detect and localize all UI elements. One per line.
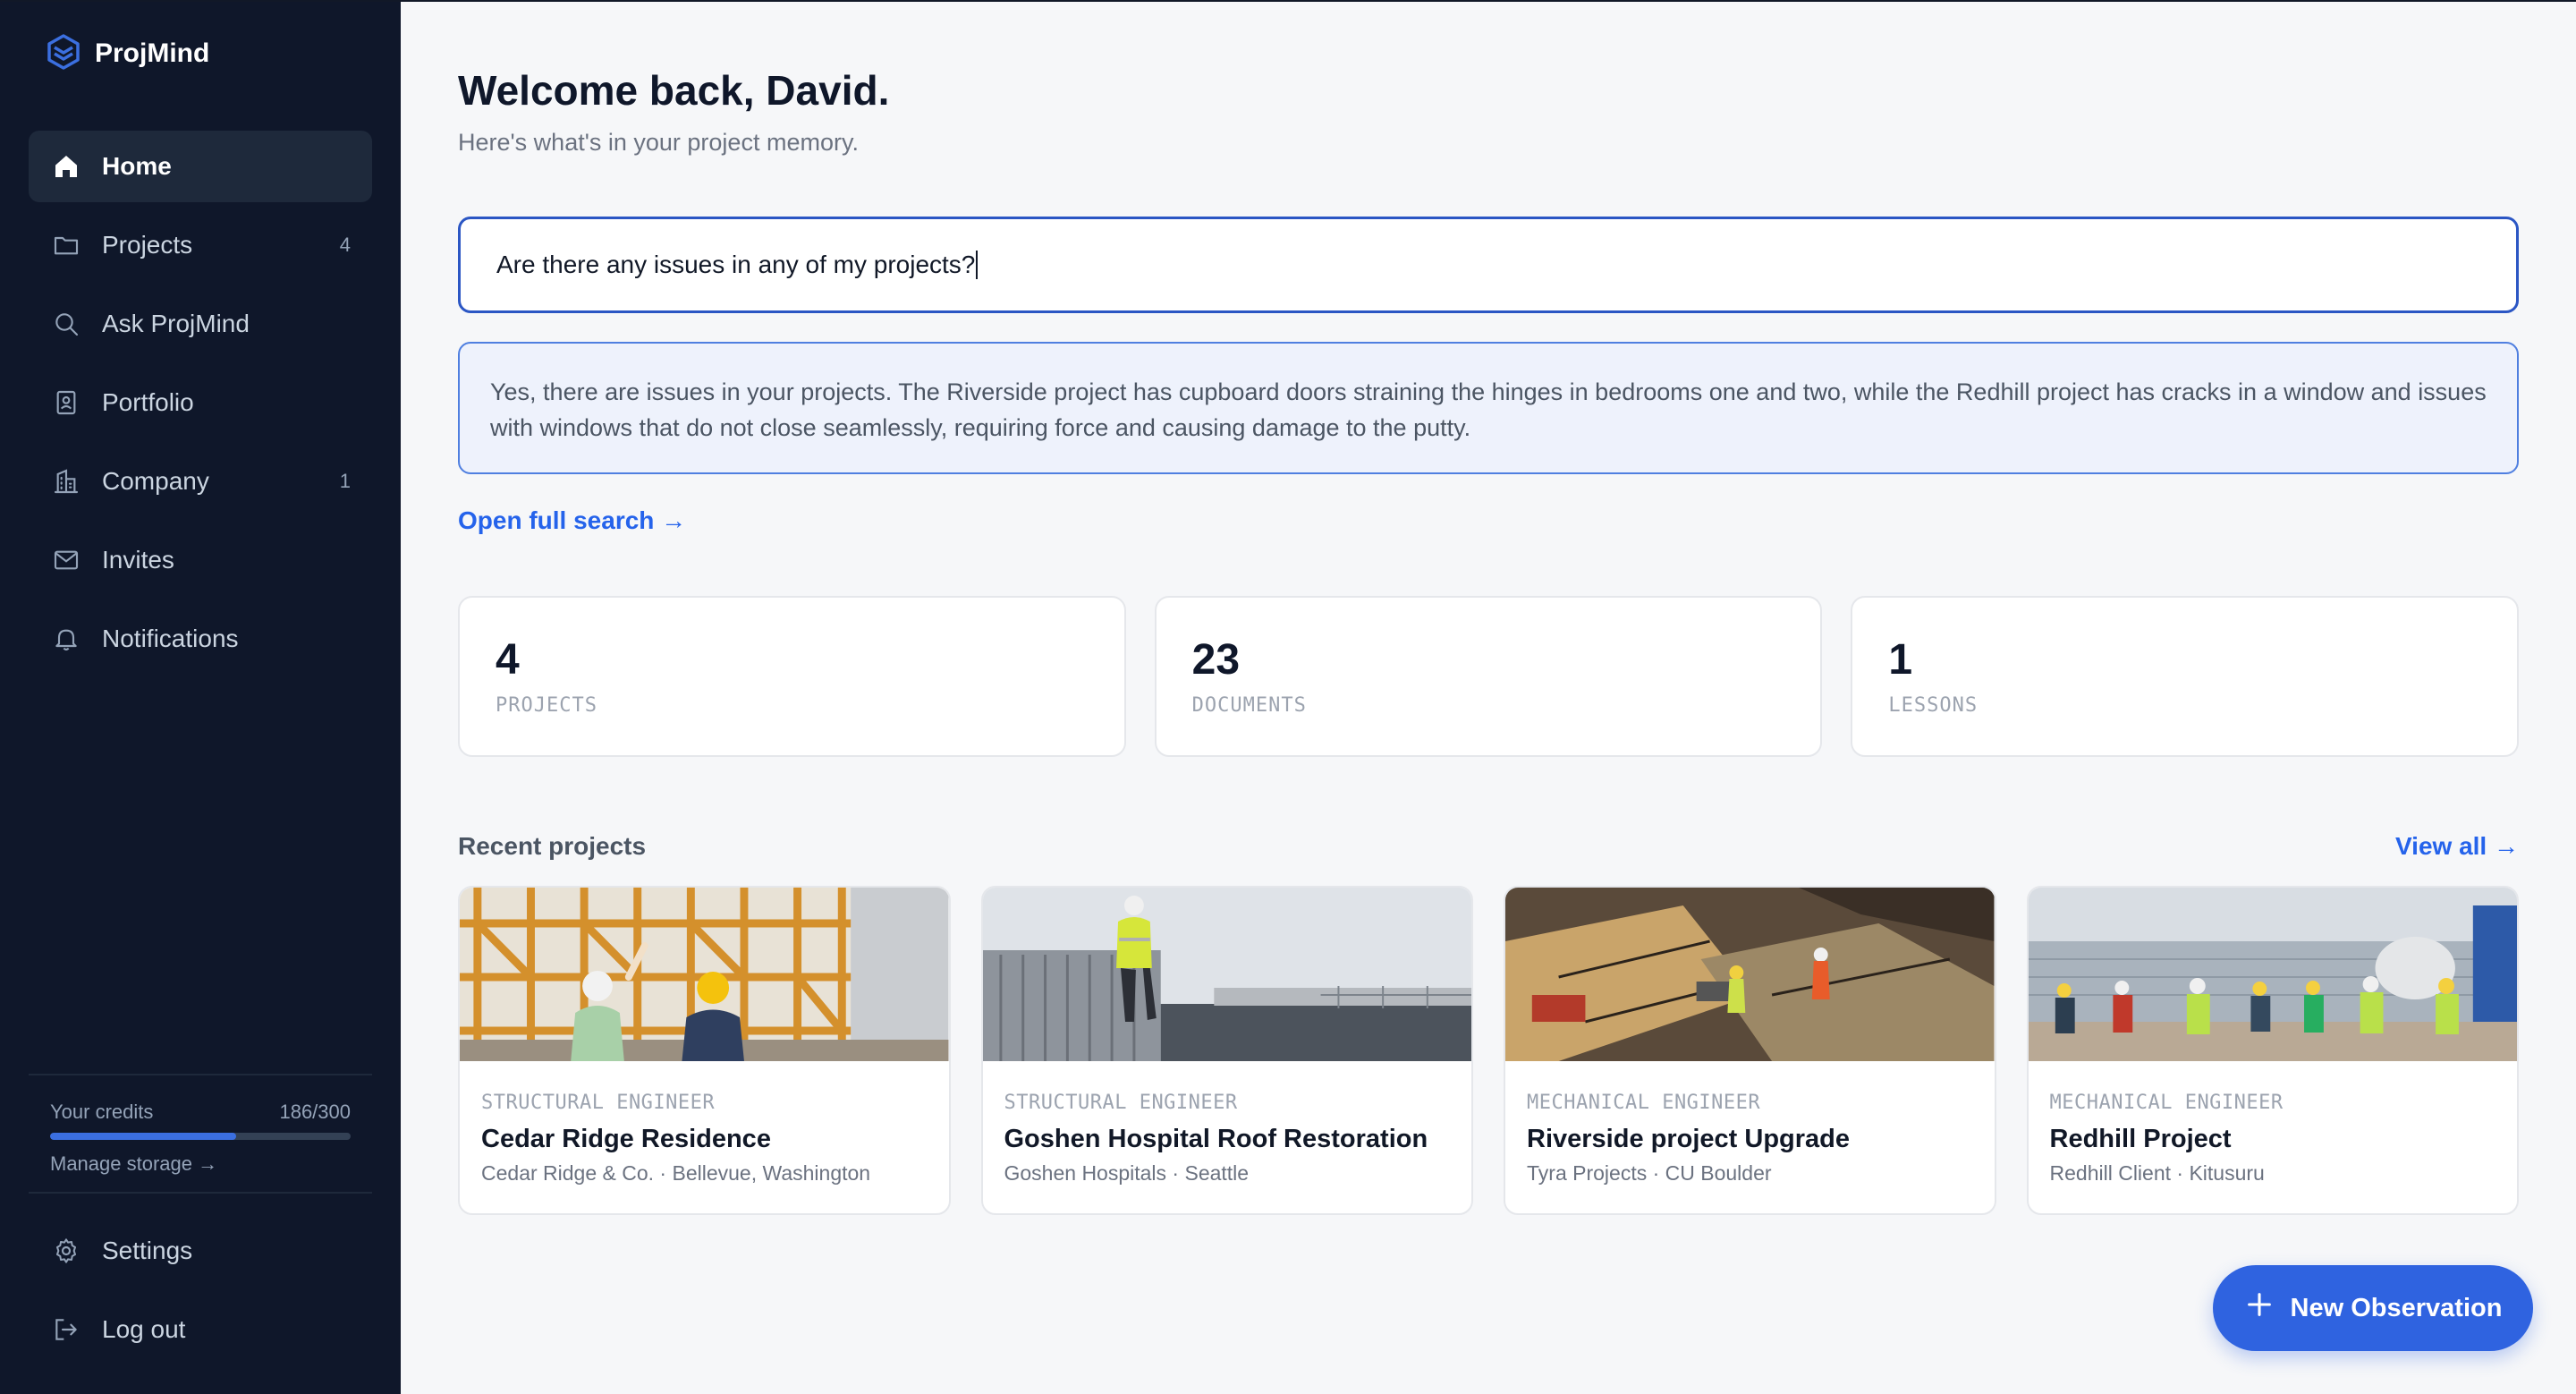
ask-search-input[interactable]: Are there any issues in any of my projec… [458,217,2519,313]
crew-concrete-photo [2028,888,2517,1061]
stat-label: PROJECTS [496,694,597,717]
logout-icon [50,1313,82,1346]
search-icon [50,308,82,340]
sidebar-item-home[interactable]: Home [29,131,372,202]
sidebar-item-projects[interactable]: Projects 4 [29,209,372,281]
logo-icon [47,33,80,74]
sidebar-item-label: Projects [102,231,193,259]
sidebar-item-settings[interactable]: Settings [29,1215,372,1287]
project-role: MECHANICAL ENGINEER [2049,1092,2284,1114]
view-all-link[interactable]: View all → [2395,832,2519,861]
stats-row: 4 PROJECTS 23 DOCUMENTS 1 LESSONS [458,596,2520,757]
sidebar-item-label: Log out [102,1315,186,1343]
manage-storage-link[interactable]: Manage storage → [50,1152,351,1176]
ai-answer-panel: Yes, there are issues in your projects. … [458,342,2519,474]
new-observation-button[interactable]: New Observation [2213,1265,2533,1351]
stat-value: 4 [496,636,520,684]
sidebar-item-label: Portfolio [102,388,194,416]
project-meta: Goshen Hospitals · Seattle [1004,1161,1250,1185]
main-content: Welcome back, David. Here's what's in yo… [401,0,2576,1394]
stat-card-lessons[interactable]: 1 LESSONS [1851,596,2520,757]
project-meta: Redhill Client · Kitusuru [2049,1161,2265,1185]
app-name: ProjMind [95,38,210,68]
search-input-value: Are there any issues in any of my projec… [496,251,976,278]
sidebar-item-logout[interactable]: Log out [29,1294,372,1365]
home-icon [50,150,82,183]
recent-projects-list: STRUCTURAL ENGINEER Cedar Ridge Residenc… [458,886,2519,1215]
worksite-aerial-photo [1505,888,1995,1061]
sidebar-item-label: Invites [102,546,174,574]
building-icon [50,465,82,497]
mail-icon [50,544,82,576]
text-caret [976,251,979,279]
folder-icon [50,229,82,261]
credits-progress-bar [50,1133,351,1140]
project-meta: Cedar Ridge & Co. · Bellevue, Washington [481,1161,871,1185]
sidebar-item-label: Settings [102,1237,193,1264]
project-meta: Tyra Projects · CU Boulder [1527,1161,1772,1185]
project-card-cedar-ridge[interactable]: STRUCTURAL ENGINEER Cedar Ridge Residenc… [458,886,951,1215]
credits-value: 186/300 [279,1101,351,1123]
open-full-search-link[interactable]: Open full search → [458,506,686,535]
portfolio-icon [50,387,82,419]
project-card-riverside[interactable]: MECHANICAL ENGINEER Riverside project Up… [1504,886,1996,1215]
project-role: STRUCTURAL ENGINEER [481,1092,716,1114]
bell-icon [50,623,82,655]
stat-label: LESSONS [1888,694,1979,717]
sidebar: ProjMind Home Projects 4 Ask ProjMind Po… [0,0,401,1394]
recent-projects-heading: Recent projects [458,832,647,860]
construction-scaffold-photo [460,888,949,1061]
projects-count-badge: 4 [339,234,351,256]
gear-icon [50,1235,82,1267]
window-top-border [0,0,2576,2]
sidebar-item-company[interactable]: Company 1 [29,446,372,517]
project-role: STRUCTURAL ENGINEER [1004,1092,1238,1114]
sidebar-bottom-nav: Settings Log out [29,1215,372,1373]
credits-progress-fill [50,1133,237,1140]
credits-label: Your credits [50,1101,154,1123]
stat-card-documents[interactable]: 23 DOCUMENTS [1154,596,1823,757]
stat-card-projects[interactable]: 4 PROJECTS [458,596,1126,757]
sidebar-item-portfolio[interactable]: Portfolio [29,367,372,438]
sidebar-item-ask-projmind[interactable]: Ask ProjMind [29,288,372,360]
stat-value: 1 [1888,636,1913,684]
project-name: Cedar Ridge Residence [481,1125,771,1153]
sidebar-item-label: Ask ProjMind [102,310,250,337]
brand[interactable]: ProjMind [47,33,210,74]
stat-value: 23 [1191,636,1241,684]
project-name: Riverside project Upgrade [1527,1125,1850,1153]
new-observation-label: New Observation [2290,1293,2503,1322]
sidebar-item-label: Home [102,152,172,180]
project-name: Redhill Project [2049,1125,2232,1153]
project-name: Goshen Hospital Roof Restoration [1004,1125,1428,1153]
sidebar-nav: Home Projects 4 Ask ProjMind Portfolio C… [29,131,372,682]
page-title: Welcome back, David. [458,67,890,114]
project-card-goshen-hospital[interactable]: STRUCTURAL ENGINEER Goshen Hospital Roof… [980,886,1473,1215]
company-count-badge: 1 [339,470,351,492]
sidebar-item-invites[interactable]: Invites [29,524,372,596]
project-card-redhill[interactable]: MECHANICAL ENGINEER Redhill Project Redh… [2026,886,2519,1215]
project-role: MECHANICAL ENGINEER [1527,1092,1761,1114]
rooftop-worker-photo [982,888,1471,1061]
stat-label: DOCUMENTS [1191,694,1307,717]
sidebar-item-label: Notifications [102,625,239,652]
page-subtitle: Here's what's in your project memory. [458,129,859,156]
sidebar-item-label: Company [102,467,209,495]
sidebar-item-notifications[interactable]: Notifications [29,603,372,675]
credits-panel: Your credits 186/300 Manage storage → [29,1074,372,1194]
plus-icon [2244,1289,2275,1327]
